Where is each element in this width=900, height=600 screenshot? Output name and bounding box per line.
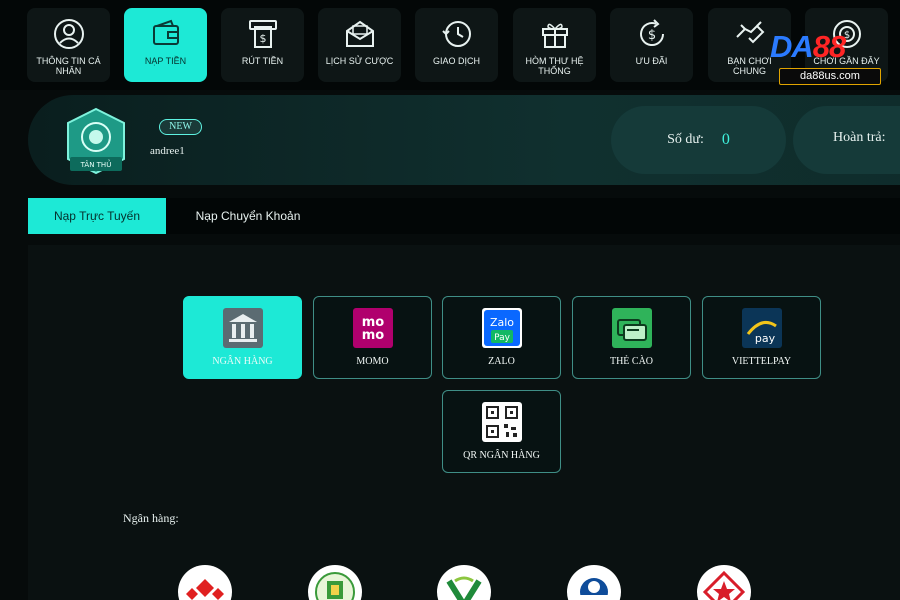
balance-label: Số dư: [667,132,704,147]
tab-transfer-deposit[interactable]: Nạp Chuyển Khoản [178,198,318,234]
badge-text: TÂN THỦ [80,159,112,169]
method-zalo[interactable]: Zalo Pay ZALO [442,296,561,379]
method-qr-bank[interactable]: QR NGÂN HÀNG [442,390,561,473]
viettelpay-icon: pay [741,308,782,348]
bank-logo-green-v-icon [446,576,482,600]
svg-text:mo: mo [361,328,384,343]
method-scratch-card[interactable]: THẺ CÀO [572,296,691,379]
nav-item-bet-history[interactable]: LỊCH SỬ CƯỢC [318,8,401,82]
new-badge: NEW [159,119,202,135]
handshake-icon [732,16,768,52]
bank-option-4[interactable] [567,565,621,600]
nav-label: GIAO DỊCH [432,56,480,66]
svg-text:pay: pay [754,332,775,345]
nav-item-withdraw[interactable]: $ RÚT TIỀN [221,8,304,82]
nav-item-profile[interactable]: THÔNG TIN CÁ NHÂN [27,8,110,82]
brand-da: DA [770,29,814,64]
svg-text:$: $ [259,32,266,45]
method-label: QR NGÂN HÀNG [463,450,540,461]
nav-label: HÒM THƯ HỆ THỐNG [525,56,584,76]
refund-box: Hoàn trả: [793,106,900,174]
bank-logo-red-diamond-icon [186,579,224,600]
gift-box-icon [537,16,573,52]
svg-text:Pay: Pay [494,333,511,343]
deposit-page: THÔNG TIN CÁ NHÂN NẠP TIỀN $ RÚT TIỀN LỊ… [0,0,900,600]
profile-band: TÂN THỦ NEW andree1 Số dư: 0 Hoàn trả: [28,95,900,185]
deposit-content: NGÂN HÀNG mo mo MOMO Zalo Pay ZALO THẺ CÀO… [28,245,900,600]
user-icon [51,16,87,52]
nav-label: NẠP TIỀN [144,56,187,66]
method-label: THẺ CÀO [609,356,654,367]
nav-item-promotions[interactable]: $ ƯU ĐÃI [610,8,693,82]
brand-88: 88 [812,29,846,64]
clock-history-icon [439,16,475,52]
method-bank[interactable]: NGÂN HÀNG [183,296,302,379]
svg-text:Zalo: Zalo [489,316,513,329]
brand-wordmark: DA88 [770,30,890,64]
deposit-tabs: Nạp Trực Tuyến Nạp Chuyển Khoản [28,198,900,234]
bank-logo-red-star-icon [702,570,746,600]
balance-value: 0 [721,131,730,148]
svg-text:$: $ [647,28,655,43]
method-viettelpay[interactable]: pay VIETTELPAY [702,296,821,379]
zalopay-icon: Zalo Pay [481,308,522,348]
momo-icon: mo mo [352,308,393,348]
nav-item-transactions[interactable]: GIAO DỊCH [415,8,498,82]
method-label: VIETTELPAY [731,356,792,367]
username: andree1 [150,145,185,157]
dollar-cycle-icon: $ [634,16,670,52]
brand-logo: DA88 da88us.com [770,30,890,88]
bank-logo-blue-circle-icon [580,578,608,600]
scratch-card-icon [611,308,652,348]
bank-option-3[interactable] [437,565,491,600]
bank-icon [222,308,263,348]
nav-label: THÔNG TIN CÁ NHÂN [36,56,101,76]
nav-label: LỊCH SỬ CƯỢC [325,56,394,66]
bank-logo-green-emblem-icon [315,572,355,600]
nav-label: RÚT TIỀN [241,56,284,66]
tab-online-deposit[interactable]: Nạp Trực Tuyến [28,198,166,234]
qr-code-icon [481,402,522,442]
bank-option-1[interactable] [178,565,232,600]
rank-badge: TÂN THỦ [62,107,130,175]
nav-label: ƯU ĐÃI [635,56,668,66]
method-label: NGÂN HÀNG [212,356,273,367]
top-nav: THÔNG TIN CÁ NHÂN NẠP TIỀN $ RÚT TIỀN LỊ… [0,0,900,90]
method-label: MOMO [356,356,389,367]
bank-section-label: Ngân hàng: [123,511,179,525]
method-momo[interactable]: mo mo MOMO [313,296,432,379]
balance-box: Số dư: 0 [611,106,786,174]
brand-url: da88us.com [779,68,881,85]
mail-history-icon [342,16,378,52]
refund-label: Hoàn trả: [833,130,886,145]
wallet-icon [148,16,184,52]
bank-option-2[interactable] [308,565,362,600]
nav-item-system-mail[interactable]: HÒM THƯ HỆ THỐNG [513,8,596,82]
bank-option-5[interactable] [697,565,751,600]
nav-item-deposit[interactable]: NẠP TIỀN [124,8,207,82]
atm-withdraw-icon: $ [245,16,281,52]
method-label: ZALO [488,356,515,367]
